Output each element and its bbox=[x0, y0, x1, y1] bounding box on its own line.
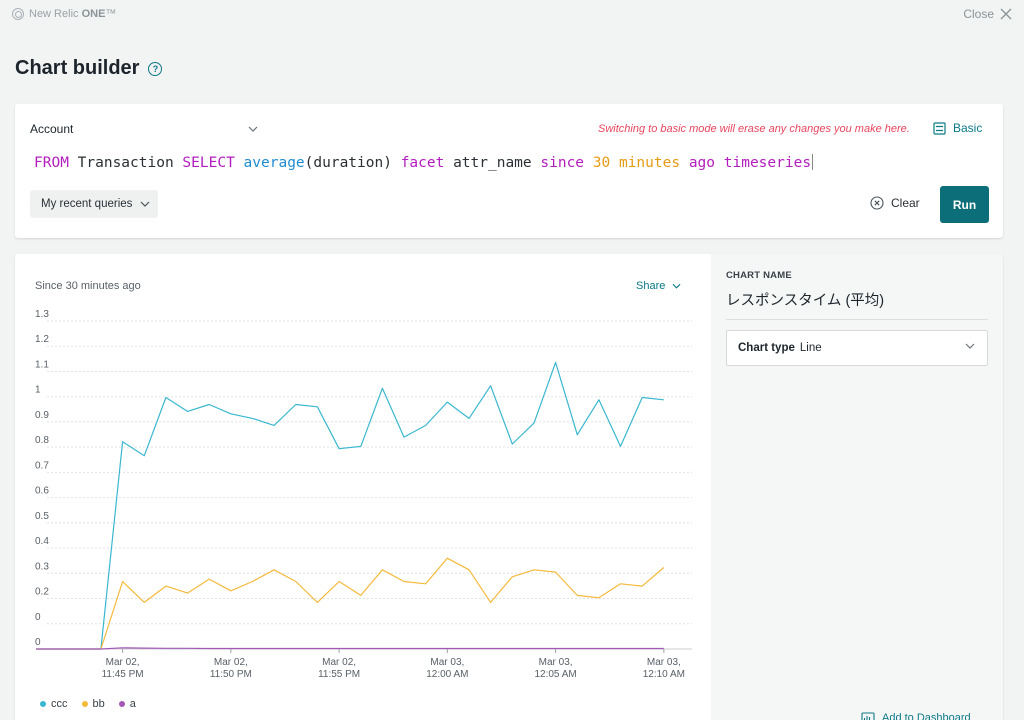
nrql-token: facet bbox=[400, 155, 445, 171]
x-tick-label: 12:00 AM bbox=[426, 669, 468, 680]
y-tick-label: 0.3 bbox=[35, 561, 49, 572]
legend-item[interactable]: a bbox=[118, 698, 136, 710]
series-line-bb bbox=[36, 557, 665, 650]
y-tick-label: 0 bbox=[35, 637, 41, 648]
recent-queries-label: My recent queries bbox=[41, 198, 133, 210]
legend-swatch bbox=[118, 701, 125, 707]
legend-label: ccc bbox=[51, 698, 68, 710]
x-tick-label: 11:50 PM bbox=[210, 669, 252, 680]
x-tick-label: 12:10 AM bbox=[643, 669, 685, 680]
chart-name-label: CHART NAME bbox=[726, 270, 792, 281]
chart-type-select[interactable]: Chart type Line bbox=[726, 330, 988, 366]
y-tick-label: 0.4 bbox=[35, 536, 49, 547]
x-tick-label: 11:45 PM bbox=[102, 669, 144, 680]
basic-mode-button[interactable]: Basic bbox=[933, 121, 982, 135]
query-card: Account Switching to basic mode will era… bbox=[15, 104, 1003, 238]
nrql-token: attr_name bbox=[444, 155, 541, 171]
nrql-token bbox=[610, 155, 619, 171]
top-bar: New Relic ONE™ Close bbox=[0, 0, 1024, 30]
brand: New Relic ONE™ bbox=[12, 8, 116, 20]
legend-swatch bbox=[81, 701, 88, 707]
x-tick-label: Mar 02, bbox=[322, 657, 356, 668]
nrql-token: ago bbox=[688, 155, 716, 171]
close-label: Close bbox=[963, 7, 994, 21]
nrql-token: average bbox=[243, 155, 305, 171]
chevron-down-icon bbox=[140, 201, 150, 207]
x-tick-label: Mar 03, bbox=[647, 657, 681, 668]
clear-icon bbox=[870, 196, 884, 210]
close-button[interactable]: Close bbox=[963, 7, 1012, 21]
y-tick-label: 0.7 bbox=[35, 460, 49, 471]
recent-queries-button[interactable]: My recent queries bbox=[30, 190, 158, 218]
nrql-token bbox=[715, 155, 724, 171]
nrql-token: since bbox=[540, 155, 585, 171]
nrql-token: (duration) bbox=[304, 155, 401, 171]
line-chart: 1.3 1.2 1.1 1 0.9 0.8 0.7 0.6 0.5 0.4 0.3 0.2 0 0 Mar … bbox=[35, 309, 692, 680]
y-tick-label: 0 bbox=[35, 612, 41, 623]
chart-card: Since 30 minutes ago Share 1.3 1.2 1.1 1 0.9… bbox=[15, 254, 1003, 720]
nrql-token: 30 bbox=[592, 155, 611, 171]
chevron-down-icon bbox=[965, 343, 975, 349]
x-tick-label: 12:05 AM bbox=[534, 669, 576, 680]
chevron-down-icon bbox=[248, 126, 258, 132]
y-tick-label: 0.6 bbox=[35, 486, 49, 497]
y-tick-label: 1.1 bbox=[35, 359, 49, 370]
clear-button[interactable]: Clear bbox=[870, 196, 920, 210]
nrql-token bbox=[584, 155, 593, 171]
y-tick-label: 1 bbox=[35, 385, 41, 396]
page-title: Chart builder ? bbox=[15, 57, 163, 80]
basic-mode-icon bbox=[933, 121, 946, 135]
account-select[interactable]: Account bbox=[30, 122, 258, 136]
nrql-token: Transaction bbox=[68, 155, 183, 171]
y-tick-label: 0.9 bbox=[35, 410, 49, 421]
y-tick-label: 1.2 bbox=[35, 334, 49, 345]
nrql-query-editor[interactable]: FROM Transaction SELECT average(duration… bbox=[34, 154, 814, 171]
nrql-token: FROM bbox=[34, 155, 69, 171]
brand-tm: ™ bbox=[105, 8, 117, 20]
x-tick-label: Mar 02, bbox=[106, 657, 140, 668]
y-tick-label: 0.2 bbox=[35, 587, 49, 598]
nrql-token: SELECT bbox=[182, 155, 235, 171]
basic-mode-label: Basic bbox=[953, 121, 983, 135]
x-tick-label: Mar 02, bbox=[214, 657, 248, 668]
run-button[interactable]: Run bbox=[940, 186, 989, 223]
legend-item[interactable]: bb bbox=[81, 698, 105, 710]
nrql-token bbox=[680, 155, 689, 171]
dashboard-icon bbox=[861, 712, 875, 720]
legend-label: a bbox=[129, 698, 136, 710]
chart-name-input[interactable]: レスポンスタイム (平均) bbox=[726, 289, 988, 320]
text-cursor bbox=[812, 154, 814, 170]
nrql-token: timeseries bbox=[723, 155, 812, 171]
page-title-text: Chart builder bbox=[15, 57, 140, 79]
help-icon[interactable]: ? bbox=[148, 61, 163, 76]
brand-light: New Relic bbox=[29, 8, 82, 20]
legend-label: bb bbox=[92, 698, 105, 710]
chart-type-label: Chart type bbox=[738, 342, 795, 354]
nrql-token bbox=[235, 155, 244, 171]
account-label: Account bbox=[30, 122, 74, 136]
y-tick-label: 0.8 bbox=[35, 435, 49, 446]
legend-item[interactable]: ccc bbox=[40, 698, 68, 710]
x-tick-label: 11:55 PM bbox=[318, 669, 360, 680]
chart-type-value: Line bbox=[799, 342, 822, 354]
close-icon bbox=[1000, 8, 1012, 20]
y-tick-label: 0.5 bbox=[35, 511, 49, 522]
add-to-dashboard-label: Add to Dashboard bbox=[882, 712, 971, 720]
y-tick-label: 1.3 bbox=[35, 309, 49, 320]
chart-legend: ccc bb a bbox=[40, 698, 136, 710]
x-tick-label: Mar 03, bbox=[430, 657, 464, 668]
legend-swatch bbox=[40, 701, 46, 707]
clear-label: Clear bbox=[891, 196, 920, 210]
nrql-token: minutes bbox=[618, 155, 681, 171]
brand-name: New Relic ONE™ bbox=[29, 8, 116, 20]
brand-bold: ONE bbox=[81, 8, 106, 20]
chart-settings-panel: CHART NAME レスポンスタイム (平均) Chart type Line… bbox=[711, 254, 1003, 720]
add-to-dashboard-button[interactable]: Add to Dashboard bbox=[861, 712, 971, 720]
basic-mode-warning: Switching to basic mode will erase any c… bbox=[598, 123, 910, 135]
series-line-ccc bbox=[36, 361, 664, 650]
new-relic-logo-icon bbox=[12, 8, 24, 20]
x-tick-label: Mar 03, bbox=[539, 657, 573, 668]
